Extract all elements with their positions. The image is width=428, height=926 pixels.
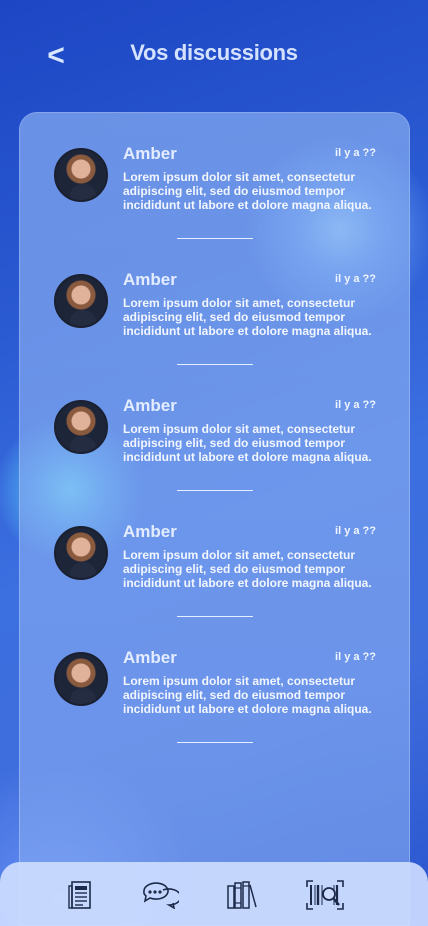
- nav-library-button[interactable]: [222, 878, 262, 912]
- message-time: il y a ??: [335, 525, 376, 537]
- nav-scan-button[interactable]: [305, 878, 345, 912]
- books-icon: [227, 881, 257, 909]
- newspaper-icon: [68, 881, 91, 909]
- conversation-item[interactable]: Amber il y a ?? Lorem ipsum dolor sit am…: [20, 113, 409, 239]
- conversation-list: Amber il y a ?? Lorem ipsum dolor sit am…: [19, 112, 410, 926]
- contact-name: Amber: [123, 522, 177, 541]
- chat-bubbles-icon: [143, 882, 179, 909]
- divider: [177, 742, 253, 743]
- message-preview: Lorem ipsum dolor sit amet, consectetur …: [123, 674, 372, 716]
- nav-news-button[interactable]: [61, 878, 101, 912]
- barcode-scan-icon: [306, 880, 344, 910]
- message-time: il y a ??: [335, 651, 376, 663]
- conversation-item[interactable]: Amber il y a ?? Lorem ipsum dolor sit am…: [20, 491, 409, 617]
- avatar: [54, 148, 108, 202]
- avatar: [54, 526, 108, 580]
- message-time: il y a ??: [335, 273, 376, 285]
- message-preview: Lorem ipsum dolor sit amet, consectetur …: [123, 548, 372, 590]
- page-title: Vos discussions: [130, 40, 298, 65]
- message-time: il y a ??: [335, 399, 376, 411]
- message-preview: Lorem ipsum dolor sit amet, consectetur …: [123, 422, 372, 464]
- header: < Vos discussions: [0, 0, 428, 110]
- message-time: il y a ??: [335, 147, 376, 159]
- contact-name: Amber: [123, 396, 177, 415]
- avatar: [54, 652, 108, 706]
- contact-name: Amber: [123, 648, 177, 667]
- conversation-item[interactable]: Amber il y a ?? Lorem ipsum dolor sit am…: [20, 365, 409, 491]
- conversation-item[interactable]: Amber il y a ?? Lorem ipsum dolor sit am…: [20, 617, 409, 743]
- message-preview: Lorem ipsum dolor sit amet, consectetur …: [123, 170, 372, 212]
- avatar: [54, 400, 108, 454]
- avatar: [54, 274, 108, 328]
- nav-chat-button[interactable]: [140, 878, 180, 912]
- contact-name: Amber: [123, 270, 177, 289]
- message-preview: Lorem ipsum dolor sit amet, consectetur …: [123, 296, 372, 338]
- bottom-nav: [0, 862, 428, 926]
- conversation-item[interactable]: Amber il y a ?? Lorem ipsum dolor sit am…: [20, 239, 409, 365]
- contact-name: Amber: [123, 144, 177, 163]
